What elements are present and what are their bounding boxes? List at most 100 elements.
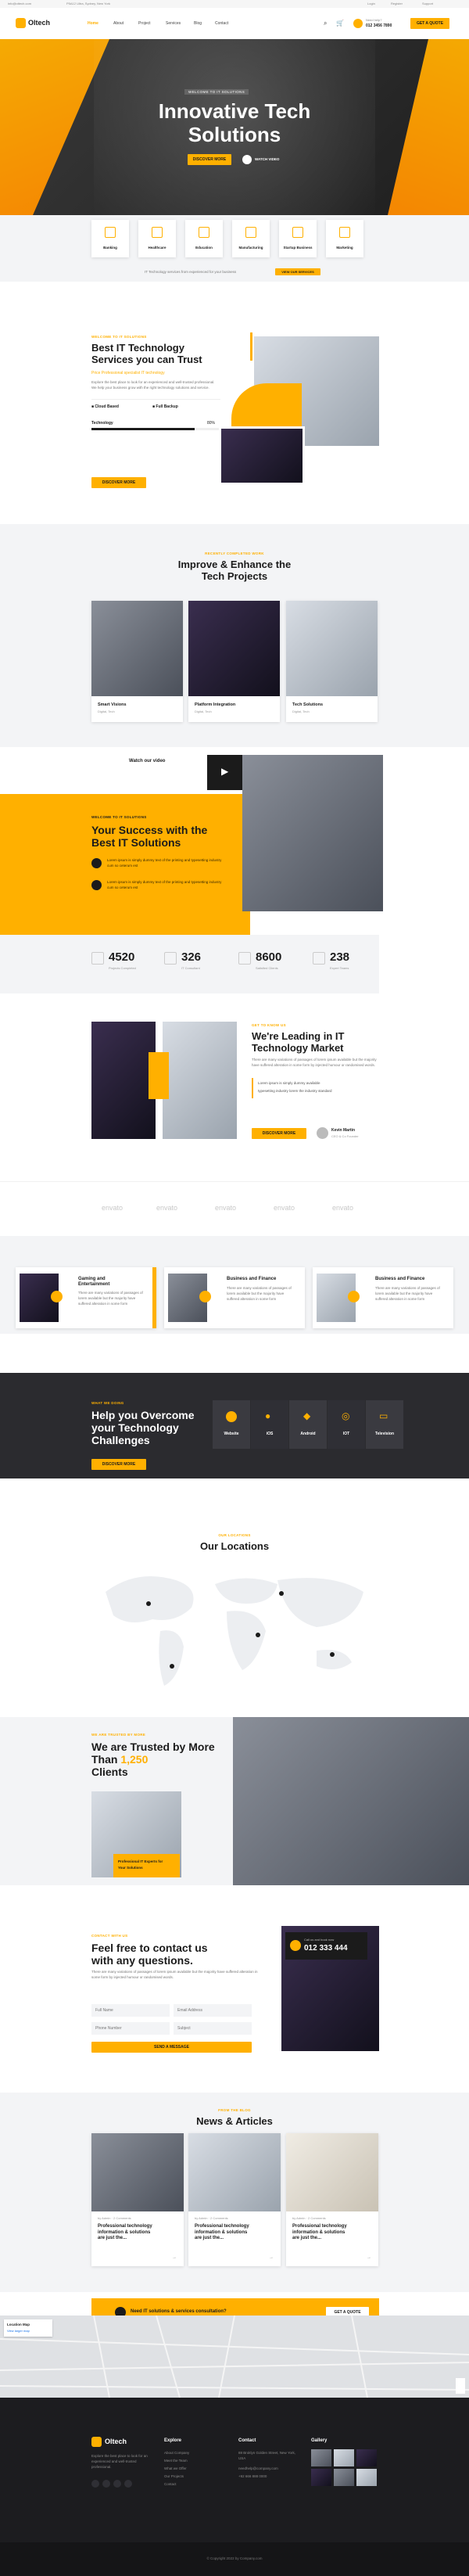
- challenges-discover-button[interactable]: DISCOVER MORE: [91, 1459, 146, 1470]
- footer-link-projects[interactable]: Our Projects: [164, 2474, 184, 2478]
- news-card-1[interactable]: by Admin · 2 Comments Professional techn…: [91, 2133, 184, 2266]
- platform-website[interactable]: Website: [213, 1400, 250, 1449]
- arrow-right-icon[interactable]: →: [172, 2255, 177, 2260]
- topbar-email[interactable]: info@ottech.com: [8, 2, 31, 5]
- subject-input[interactable]: [174, 2022, 252, 2035]
- pinterest-icon[interactable]: [113, 2480, 121, 2488]
- stat-clients: 8600 Satisfied Clients: [238, 950, 309, 982]
- platform-iot[interactable]: ◎ IOT: [328, 1400, 365, 1449]
- location-pin-icon[interactable]: [330, 1652, 335, 1657]
- get-quote-button[interactable]: GET A QUOTE: [410, 18, 449, 29]
- footer-contact-email[interactable]: needhelp@company.com: [238, 2466, 278, 2470]
- leading-photo-2: [163, 1022, 237, 1139]
- topbar-register-link[interactable]: Register: [391, 2, 403, 5]
- success-title-line1: Your Success with the: [91, 824, 208, 836]
- feature-card-1[interactable]: Gaming and Entertainment There are many …: [16, 1267, 156, 1328]
- arrow-right-icon[interactable]: →: [367, 2255, 371, 2260]
- facebook-icon[interactable]: [102, 2480, 110, 2488]
- call-box[interactable]: Call us and book now 012 333 444: [285, 1932, 367, 1960]
- street-map[interactable]: [0, 2316, 469, 2398]
- service-card-marketing[interactable]: Marketing: [326, 220, 363, 257]
- footer-link-about[interactable]: About Company: [164, 2451, 189, 2455]
- call-number[interactable]: 012 333 444: [304, 1944, 348, 1953]
- gallery-thumb[interactable]: [311, 2469, 331, 2486]
- feature-title-line2: Entertainment: [78, 1282, 110, 1288]
- project-card-1[interactable]: Smart Visions Digital, Tech: [91, 601, 183, 722]
- hero-video-label[interactable]: WATCH VIDEO: [255, 157, 279, 161]
- topbar-login-link[interactable]: Login: [367, 2, 375, 5]
- footer-contact-phone[interactable]: +92 666 888 0000: [238, 2474, 267, 2478]
- nav-item-project[interactable]: Project: [138, 21, 151, 26]
- send-message-button[interactable]: SEND A MESSAGE: [91, 2042, 252, 2053]
- news-card-3[interactable]: by Admin · 2 Comments Professional techn…: [286, 2133, 378, 2266]
- gallery-thumb[interactable]: [356, 2449, 377, 2466]
- footer-link-team[interactable]: Meet the Team: [164, 2459, 188, 2463]
- gallery-thumb[interactable]: [334, 2469, 354, 2486]
- nav-item-services[interactable]: Services: [166, 21, 181, 26]
- gallery-thumb[interactable]: [311, 2449, 331, 2466]
- about-title-line1: Best IT Technology: [91, 342, 184, 354]
- service-card-banking[interactable]: Banking: [91, 220, 129, 257]
- project-name[interactable]: Platform Integration: [195, 702, 235, 707]
- email-input[interactable]: [174, 2004, 252, 2017]
- service-label: Startup Business: [283, 246, 313, 250]
- news-card-2[interactable]: by Admin · 2 Comments Professional techn…: [188, 2133, 281, 2266]
- location-pin-icon[interactable]: [256, 1633, 260, 1637]
- news-headline[interactable]: Professional technology information & so…: [292, 2224, 347, 2242]
- service-card-manufacturing[interactable]: Manufacturing: [232, 220, 270, 257]
- contact-title-line2: with any questions.: [91, 1954, 193, 1967]
- search-icon[interactable]: ⌕: [324, 20, 327, 27]
- cart-icon[interactable]: 🛒: [336, 20, 344, 27]
- map-section[interactable]: Location Map View larger map: [0, 2316, 469, 2398]
- map-zoom-control[interactable]: [456, 2378, 465, 2394]
- topbar-support-link[interactable]: Support: [422, 2, 433, 5]
- feature-card-3[interactable]: Business and Finance There are many vari…: [313, 1267, 453, 1328]
- project-name[interactable]: Tech Solutions: [292, 702, 323, 707]
- project-card-2[interactable]: Platform Integration Digital, Tech: [188, 601, 280, 722]
- video-label[interactable]: Watch our video: [129, 759, 165, 763]
- location-pin-icon[interactable]: [170, 1664, 174, 1669]
- location-pin-icon[interactable]: [279, 1591, 284, 1596]
- about-discover-button[interactable]: DISCOVER MORE: [91, 477, 146, 488]
- service-card-healthcare[interactable]: Healthcare: [138, 220, 176, 257]
- name-input[interactable]: [91, 2004, 170, 2017]
- hero-title: Innovative Tech Solutions: [78, 99, 391, 147]
- play-icon[interactable]: ▶: [221, 766, 228, 777]
- map-card-link[interactable]: View larger map: [7, 2329, 30, 2333]
- instagram-icon[interactable]: [124, 2480, 132, 2488]
- nav-phone-number[interactable]: 012 3456 7890: [366, 23, 392, 28]
- hero-discover-button[interactable]: DISCOVER MORE: [188, 154, 231, 165]
- nav-item-about[interactable]: About: [113, 21, 124, 26]
- platform-ios[interactable]: ● iOS: [251, 1400, 288, 1449]
- news-headline[interactable]: Professional technology information & so…: [195, 2224, 249, 2242]
- view-services-button[interactable]: VIEW OUR SERVICES: [275, 268, 320, 275]
- map-info-card[interactable]: Location Map View larger map: [4, 2319, 52, 2337]
- feature-card-2[interactable]: Business and Finance There are many vari…: [164, 1267, 305, 1328]
- project-name[interactable]: Smart Visions: [98, 702, 127, 707]
- location-pin-icon[interactable]: [146, 1601, 151, 1606]
- footer-link-contact[interactable]: Contact: [164, 2482, 177, 2486]
- author-name: Kevin Martin: [331, 1128, 356, 1133]
- twitter-icon[interactable]: [91, 2480, 99, 2488]
- leading-discover-button[interactable]: DISCOVER MORE: [252, 1128, 306, 1139]
- platform-android[interactable]: ◆ Android: [289, 1400, 327, 1449]
- news-headline[interactable]: Professional technology information & so…: [98, 2224, 152, 2242]
- hero-play-icon[interactable]: [242, 155, 252, 164]
- footer-logo-text[interactable]: Oltech: [105, 2438, 127, 2445]
- success-point-2: Lorem ipsum is simply dummy text of the …: [107, 880, 222, 889]
- gallery-thumb[interactable]: [356, 2469, 377, 2486]
- service-card-startup[interactable]: Startup Business: [279, 220, 317, 257]
- arrow-right-icon[interactable]: →: [269, 2255, 274, 2260]
- nav-item-contact[interactable]: Contact: [215, 21, 228, 26]
- nav-item-blog[interactable]: Blog: [194, 21, 202, 26]
- footer-link-offer[interactable]: What we Offer: [164, 2466, 187, 2470]
- nav-item-home[interactable]: Home: [88, 21, 98, 26]
- gallery-thumb[interactable]: [334, 2449, 354, 2466]
- video-play-box[interactable]: ▶: [207, 755, 242, 790]
- phone-input[interactable]: [91, 2022, 170, 2035]
- logo-text[interactable]: Oltech: [28, 19, 50, 27]
- service-card-education[interactable]: Education: [185, 220, 223, 257]
- feature-card-accent: [152, 1267, 156, 1328]
- project-card-3[interactable]: Tech Solutions Digital, Tech: [286, 601, 378, 722]
- platform-television[interactable]: ▭ Television: [366, 1400, 403, 1449]
